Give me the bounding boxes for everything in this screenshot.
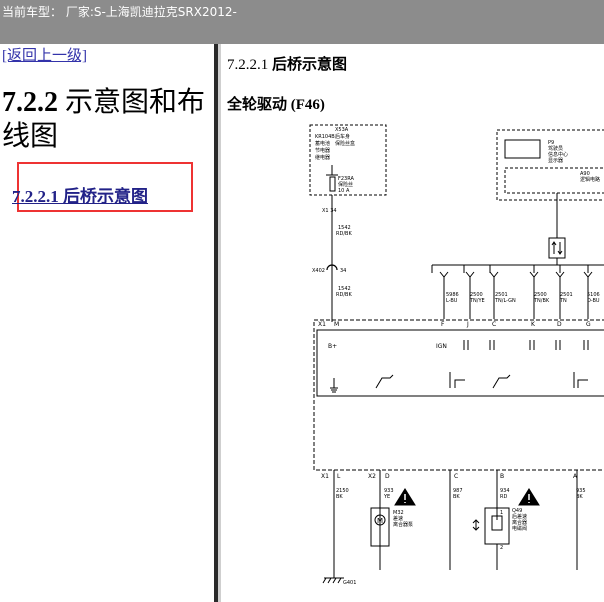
top-pin-m: M (334, 321, 339, 328)
title-bar: 当前车型： 厂家:S-上海凯迪拉克SRX2012- (0, 0, 604, 44)
top-pin-c: C (492, 321, 496, 328)
top-pin-k: K (531, 321, 536, 328)
fuse-label-2: 10 A (338, 188, 350, 194)
control-module-inner (316, 329, 604, 397)
section-title-number: 7.2.2.1 (227, 57, 269, 73)
m32-label-2: 离合器泵 (393, 521, 413, 528)
m32-label-1: 差速 (393, 515, 403, 522)
wire-1542-b-color: RD/BK (336, 292, 352, 298)
bottom-pin-x2: X2 (368, 473, 376, 480)
section-heading-number: 7.2.2 (2, 87, 58, 118)
drive-subtitle: 全轮驱动 (F46) (227, 97, 325, 113)
top-pin-j: J (466, 321, 469, 328)
wiring-diagram: X53A 后车身 保险丝盒 KR104B 蓄电池 节电器 继电器 F23RA 保… (309, 124, 604, 586)
bottom-pin-b: B (500, 473, 504, 480)
current-model-label: 当前车型： 厂家:S-上海凯迪拉克SRX2012- (2, 5, 237, 19)
bus-connector-icon (548, 237, 566, 259)
motor-m-glyph: M (377, 517, 383, 525)
fuse-label-1: 保险丝 (338, 181, 353, 188)
content-pane: 7.2.2.1 后桥示意图 全轮驱动 (F46) X53A 后车身 保险丝盒 K… (221, 44, 604, 602)
top-pin-f: F (441, 321, 445, 328)
section-title-text: 后桥示意图 (272, 57, 348, 73)
x402-label: X402 (312, 268, 325, 274)
x1-34-label: X1 34 (322, 208, 337, 214)
p9-label-3: 显示器 (548, 158, 563, 164)
sub-section-link[interactable]: 7.2.2.1 后桥示意图 (12, 182, 148, 207)
g401-label: G401 (343, 580, 356, 586)
q49-label-3: 电磁阀 (512, 525, 527, 532)
bus-wire-0-color: L-BU (446, 298, 458, 304)
bottom-wire-0-color: BK (336, 494, 343, 500)
bplus-label: B+ (328, 343, 337, 350)
left-nav-pane: [返回上一级] 7.2.2 示意图和布线图 7.2.2.1 后桥示意图 (0, 44, 214, 602)
bottom-pin-x1: X1 (321, 473, 329, 480)
q49-pin-1: 1 (500, 510, 503, 516)
p9-label-1: 驾驶员 (548, 145, 563, 152)
fuse-symbol (329, 176, 336, 192)
section-title: 7.2.2.1 后桥示意图 (227, 53, 347, 74)
data-line-arrows (463, 340, 589, 350)
wire-1542-a-color: RD/BK (336, 231, 352, 237)
p9-label-2: 信息中心 (548, 151, 568, 158)
section-heading: 7.2.2 示意图和布线图 (2, 86, 212, 154)
relay-label-2: 节电器 (315, 147, 330, 154)
bottom-wire-2-color: BK (453, 494, 460, 500)
bus-wire-2-color: TN/L-GN (494, 298, 516, 304)
back-link[interactable]: [返回上一级] (2, 44, 87, 65)
ign-label: IGN (436, 343, 447, 350)
bus-wire-4-color: TN (559, 298, 567, 304)
bottom-pin-c: C (454, 473, 458, 480)
q49-pin-2: 2 (500, 545, 503, 551)
bus-wire-3-color: TN/BK (533, 298, 550, 304)
bottom-wire-3-color: RD (500, 494, 507, 500)
q49-label-2: 离合器 (512, 519, 527, 526)
relay-label-0: KR104B (315, 134, 335, 140)
fuse-box-label-2: 保险丝盒 (335, 140, 355, 147)
bottom-wire-4-color: BK (576, 494, 583, 500)
q49-label-1: 后差速 (512, 513, 527, 520)
top-pin-x1: X1 (318, 321, 326, 328)
a90-label-1: 逻辑电路 (580, 176, 600, 183)
x402-pin-label: 34 (340, 268, 346, 274)
top-pin-d: D (557, 321, 562, 328)
fuse-box-label-1: 后车身 (335, 133, 350, 140)
bottom-pin-l: L (337, 473, 341, 480)
p9-display (504, 139, 541, 159)
bottom-pin-d: D (385, 473, 390, 480)
fuse-box-label-0: X53A (335, 127, 349, 133)
relay-label-1: 蓄电池 (315, 140, 330, 147)
bus-wire-1-color: TN/YE (469, 298, 485, 304)
top-pin-g: G (586, 321, 591, 328)
bottom-wire-1-color: YE (383, 494, 390, 500)
bus-wire-5-color: D-BU (587, 298, 600, 304)
relay-label-3: 继电器 (315, 154, 330, 161)
